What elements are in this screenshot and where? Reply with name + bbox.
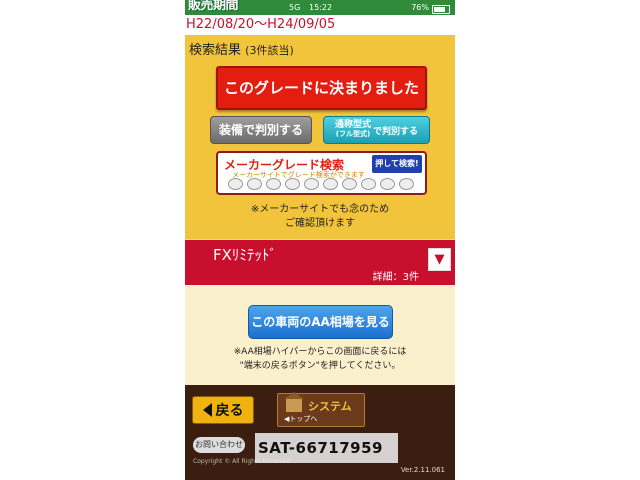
search-results-heading: 検索結果 (3件該当)	[189, 39, 294, 58]
back-label: 戻る	[215, 403, 244, 419]
status-right: 76%	[411, 0, 450, 15]
identify-by-model-button[interactable]: 通称型式 (フル型式) で判別する	[323, 116, 430, 144]
signal-indicator: 5G	[289, 3, 301, 12]
search-result-panel: 検索結果 (3件該当) このグレードに決まりました 装備で判別する 通称型式 (…	[185, 35, 455, 239]
sales-period: H22/08/20～H24/09/05	[185, 15, 455, 35]
back-button[interactable]: 戻る	[192, 396, 254, 424]
note-line: ご確認頂けます	[285, 218, 355, 229]
grade-bar[interactable]: FXﾘﾐﾃｯﾄﾞ 詳細：3件 ▼	[185, 240, 455, 285]
maker-logo-icon	[342, 178, 357, 190]
contact-button[interactable]: お問い合わせ	[193, 437, 245, 453]
phone-screen: 販売期間 5G 15:22 76% H22/08/20～H24/09/05 検索…	[185, 0, 455, 480]
sales-period-title: 販売期間	[188, 0, 239, 13]
aa-note: ※AA相場ハイパーからこの画面に戻るには "端末の戻るボタン"を押してください。	[185, 345, 455, 373]
top-label: ◀トップへ	[284, 415, 318, 423]
maker-logo-icon	[247, 178, 262, 190]
aa-note-line: "端末の戻るボタン"を押してください。	[239, 361, 401, 371]
model-label-a: 通称型式	[334, 120, 371, 130]
status-bar: 販売期間 5G 15:22 76%	[185, 0, 455, 15]
aa-note-line: ※AA相場ハイパーからこの画面に戻るには	[233, 347, 407, 357]
stock-number-overlay: SAT-66717959	[255, 433, 398, 463]
maker-logo-icon	[285, 178, 300, 190]
decide-grade-button[interactable]: このグレードに決まりました	[216, 66, 427, 110]
chevron-down-icon[interactable]: ▼	[428, 248, 451, 271]
model-label-b: (フル型式)	[335, 130, 371, 138]
maker-grade-search-button[interactable]: メーカーグレード検索 押して検索! メーカーサイトでグレード検索ができます	[216, 151, 427, 195]
battery-percent: 76%	[411, 3, 429, 12]
aa-market-button[interactable]: この車両のAA相場を見る	[248, 305, 393, 339]
maker-logos	[228, 178, 414, 190]
results-label: 検索結果	[189, 43, 242, 58]
maker-logo-icon	[361, 178, 376, 190]
battery-icon	[432, 5, 450, 14]
model-label-stack: 通称型式 (フル型式)	[335, 121, 371, 139]
maker-logo-icon	[399, 178, 414, 190]
maker-logo-icon	[228, 178, 243, 190]
system-logo: システム	[308, 400, 352, 413]
version-label: Ver.2.11.061	[400, 466, 445, 474]
back-arrow-icon	[202, 403, 212, 417]
maker-logo-icon	[266, 178, 281, 190]
grade-name: FXﾘﾐﾃｯﾄﾞ	[213, 246, 277, 264]
results-count: (3件該当)	[245, 44, 294, 57]
top-page-button[interactable]: システム ◀トップへ	[277, 392, 365, 427]
home-icon	[284, 392, 304, 412]
grade-detail-count: 詳細：3件	[372, 272, 419, 283]
model-label-c: で判別する	[373, 126, 419, 137]
maker-logo-icon	[323, 178, 338, 190]
maker-site-note: ※メーカーサイトでも念のため ご確認頂けます	[185, 203, 455, 231]
maker-logo-icon	[304, 178, 319, 190]
identify-by-equipment-button[interactable]: 装備で判別する	[210, 116, 312, 144]
note-line: ※メーカーサイトでも念のため	[250, 204, 390, 215]
aa-section: この車両のAA相場を見る ※AA相場ハイパーからこの画面に戻るには "端末の戻る…	[185, 285, 455, 385]
maker-logo-icon	[380, 178, 395, 190]
clock: 15:22	[309, 3, 333, 12]
push-search-label: 押して検索!	[372, 155, 422, 173]
